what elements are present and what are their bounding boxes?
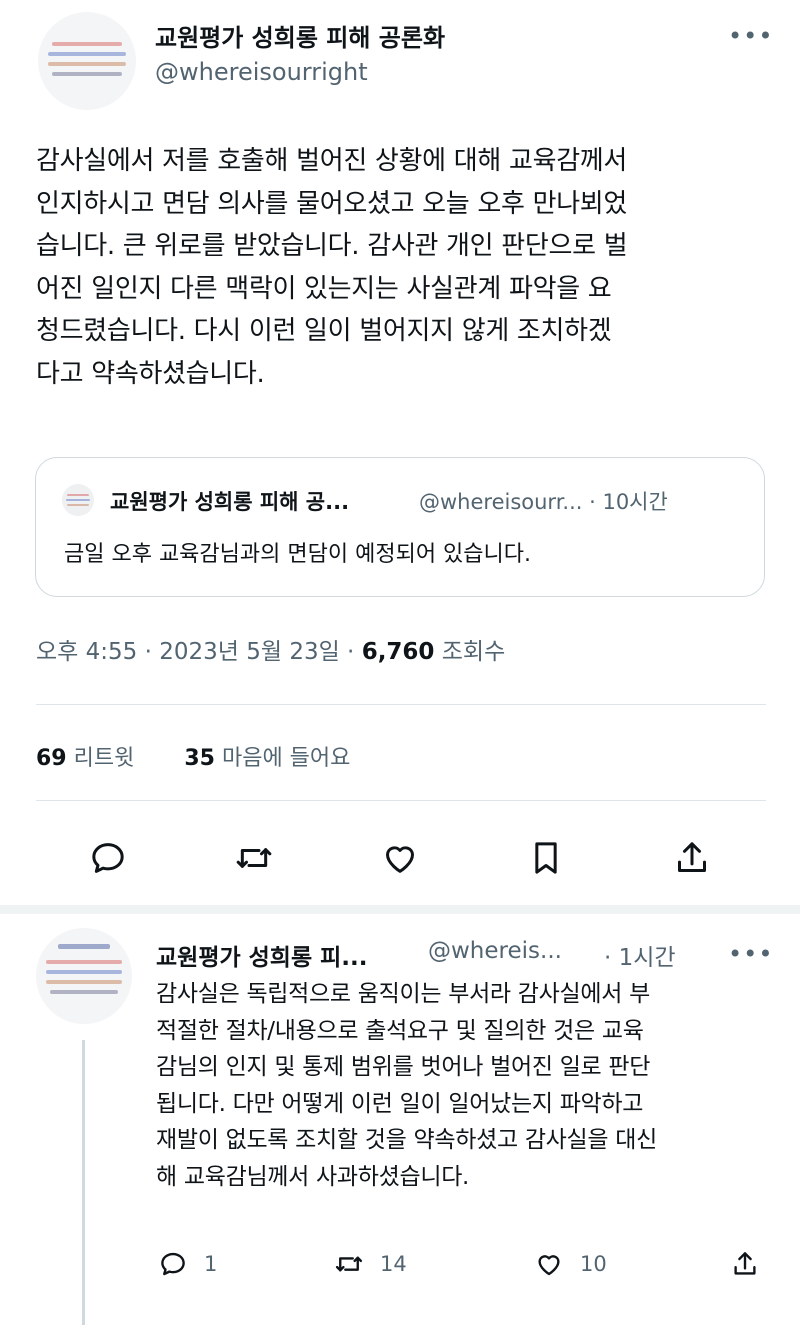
tweet-text-line: 청드렸습니다. 다시 이런 일이 벌어지지 않게 조치하겠 xyxy=(36,316,612,346)
retweet-count: 14 xyxy=(380,1252,407,1276)
quoted-tweet-text: 금일 오후 교육감님과의 면담이 예정되어 있습니다. xyxy=(64,542,532,567)
retweets-label: 리트윗 xyxy=(66,746,135,771)
reply-retweet-button[interactable]: 14 xyxy=(334,1248,407,1280)
author-name[interactable]: 교원평가 성희롱 피해 공론화 xyxy=(155,18,445,53)
reply-count: 1 xyxy=(204,1252,218,1276)
views-count: 6,760 xyxy=(361,639,435,665)
reply-time[interactable]: · 1시간 xyxy=(604,938,676,972)
tweet-text-line: 감사실에서 저를 호출해 벌어진 상황에 대해 교육감께서 xyxy=(36,146,628,176)
tweet-timestamp[interactable]: 오후 4:55 · 2023년 5월 23일 · xyxy=(36,639,362,665)
engagement-stats: 69 리트윗 35 마음에 들어요 xyxy=(36,740,350,772)
bookmark-icon[interactable] xyxy=(526,838,566,878)
thread-line xyxy=(82,1040,85,1325)
reply-text-line: 해 교육감님께서 사과하셨습니다. xyxy=(156,1163,470,1190)
reply-author-name[interactable]: 교원평가 성희롱 피... xyxy=(156,938,368,972)
reply-text-line: 됩니다. 다만 어떻게 이런 일이 일어났는지 파악하고 xyxy=(156,1090,644,1117)
author-avatar[interactable] xyxy=(38,12,136,110)
reply-author-handle[interactable]: @whereis... xyxy=(428,938,562,964)
reply-share-button[interactable] xyxy=(730,1248,760,1280)
likes-count: 35 xyxy=(184,746,215,771)
divider xyxy=(36,800,766,801)
reply-text-line: 재발이 없도록 조치할 것을 약속하셨고 감사실을 대신 xyxy=(156,1127,657,1153)
divider xyxy=(36,704,766,705)
share-icon xyxy=(734,1252,756,1275)
section-separator xyxy=(0,905,800,914)
reply-text-line: 감님의 인지 및 통제 범위를 벗어나 벌어진 일로 판단 xyxy=(156,1054,651,1080)
like-count: 10 xyxy=(580,1252,607,1276)
reply-author-avatar[interactable] xyxy=(36,928,132,1024)
quoted-author-handle: @whereisourr... · 10시간 xyxy=(419,490,668,514)
retweet-icon xyxy=(335,1256,363,1272)
retweets-stat[interactable]: 69 리트윗 xyxy=(36,746,134,771)
share-icon[interactable] xyxy=(672,838,712,878)
more-icon[interactable]: ••• xyxy=(728,24,772,48)
reply-like-button[interactable]: 10 xyxy=(534,1248,607,1280)
views-label: 조회수 xyxy=(434,639,506,665)
tweet-text-line: 인지하시고 면담 의사를 물어오셨고 오늘 오후 만나뵈었 xyxy=(36,188,628,219)
tweet-text: 감사실에서 저를 호출해 벌어진 상황에 대해 교육감께서 인지하시고 면담 의… xyxy=(36,140,766,395)
reply-icon[interactable] xyxy=(88,838,128,878)
retweets-count: 69 xyxy=(36,746,67,771)
retweet-icon[interactable] xyxy=(234,838,274,878)
author-handle[interactable]: @whereisourright xyxy=(155,58,368,86)
likes-stat[interactable]: 35 마음에 들어요 xyxy=(184,746,350,771)
reply-text: 감사실은 독립적으로 움직이는 부서라 감사실에서 부 적절한 절차/내용으로 … xyxy=(156,976,776,1195)
reply-icon xyxy=(161,1252,185,1276)
reply-text-line: 적절한 절차/내용으로 출석요구 및 질의한 것은 교육 xyxy=(156,1017,644,1044)
like-icon xyxy=(538,1255,560,1276)
tweet-meta: 오후 4:55 · 2023년 5월 23일 · 6,760 조회수 xyxy=(36,632,505,666)
likes-label: 마음에 들어요 xyxy=(214,746,351,771)
reply-reply-button[interactable]: 1 xyxy=(158,1248,217,1280)
reply-text-line: 감사실은 독립적으로 움직이는 부서라 감사실에서 부 xyxy=(156,981,650,1007)
quoted-author-avatar xyxy=(62,484,94,516)
tweet-text-line: 어진 일인지 다른 맥락이 있는지는 사실관계 파악을 요 xyxy=(36,273,612,304)
like-icon[interactable] xyxy=(380,838,420,878)
quoted-author-name: 교원평가 성희롱 피해 공... xyxy=(110,490,350,514)
more-icon[interactable]: ••• xyxy=(728,942,772,966)
quoted-tweet-card[interactable]: 교원평가 성희롱 피해 공... @whereisourr... · 10시간 … xyxy=(35,457,765,597)
tweet-text-line: 다고 약속하셨습니다. xyxy=(36,358,265,389)
tweet-text-line: 습니다. 큰 위로를 받았습니다. 감사관 개인 판단으로 벌 xyxy=(36,231,628,261)
